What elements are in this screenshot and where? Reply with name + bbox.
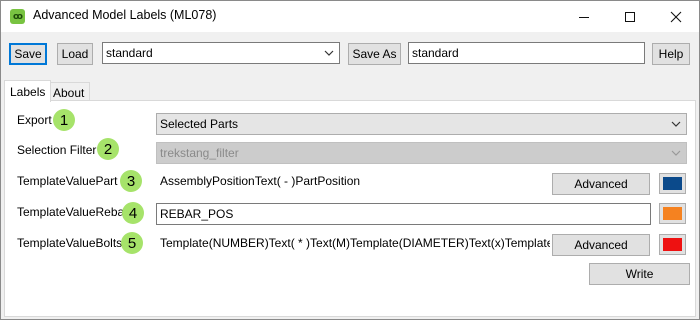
selection-filter-value: trekstang_filter <box>160 146 239 160</box>
rebar-color-swatch <box>663 207 682 220</box>
maximize-button[interactable] <box>607 1 653 32</box>
bolts-color-swatch <box>663 238 682 251</box>
step-badge-2: 2 <box>97 138 119 160</box>
template-value-bolts-text: Template(NUMBER)Text( * )Text(M)Template… <box>160 236 550 250</box>
save-button[interactable]: Save <box>9 43 47 65</box>
window-title: Advanced Model Labels (ML078) <box>33 8 217 22</box>
template-value-bolts-label: TemplateValueBolts <box>17 236 123 250</box>
template-value-rebar-input[interactable]: REBAR_POS <box>156 203 651 225</box>
export-label: Export <box>17 113 52 127</box>
preset-dropdown-value: standard <box>106 46 153 60</box>
load-button[interactable]: Load <box>57 43 93 65</box>
help-button[interactable]: Help <box>652 43 690 65</box>
selection-filter-dropdown[interactable]: trekstang_filter <box>156 142 687 164</box>
part-advanced-button[interactable]: Advanced <box>552 173 650 195</box>
part-color-swatch <box>663 177 682 190</box>
minimize-button[interactable] <box>561 1 607 32</box>
chevron-down-icon <box>671 150 681 156</box>
rebar-color-picker[interactable] <box>659 203 686 224</box>
export-dropdown-value: Selected Parts <box>160 117 239 131</box>
template-value-rebar-label: TemplateValueRebar <box>17 205 129 219</box>
chevron-down-icon <box>324 50 334 56</box>
maximize-icon <box>625 11 635 22</box>
close-button[interactable] <box>653 1 699 32</box>
write-button[interactable]: Write <box>589 263 690 285</box>
step-badge-4: 4 <box>122 202 144 224</box>
bolts-advanced-button[interactable]: Advanced <box>552 234 650 256</box>
save-as-button[interactable]: Save As <box>348 43 401 65</box>
selection-filter-label: Selection Filter <box>17 143 97 157</box>
tab-about[interactable]: About <box>47 82 91 102</box>
save-as-name-input[interactable]: standard <box>408 42 645 64</box>
title-bar: ꝏ Advanced Model Labels (ML078) <box>1 1 699 32</box>
bolts-color-picker[interactable] <box>659 234 686 255</box>
step-badge-5: 5 <box>121 232 143 254</box>
export-dropdown[interactable]: Selected Parts <box>156 113 687 135</box>
chevron-down-icon <box>671 121 681 127</box>
template-value-part-label: TemplateValuePart <box>17 174 118 188</box>
preset-dropdown[interactable]: standard <box>102 42 340 64</box>
app-logo-icon: ꝏ <box>10 9 25 24</box>
app-window: ꝏ Advanced Model Labels (ML078) Save Loa… <box>0 0 700 320</box>
step-badge-1: 1 <box>53 109 75 131</box>
minimize-icon <box>579 16 589 18</box>
step-badge-3: 3 <box>120 170 142 192</box>
template-value-part-text: AssemblyPositionText( - )PartPosition <box>160 174 361 188</box>
part-color-picker[interactable] <box>659 173 686 194</box>
tab-labels[interactable]: Labels <box>4 80 52 102</box>
close-icon <box>670 11 682 22</box>
